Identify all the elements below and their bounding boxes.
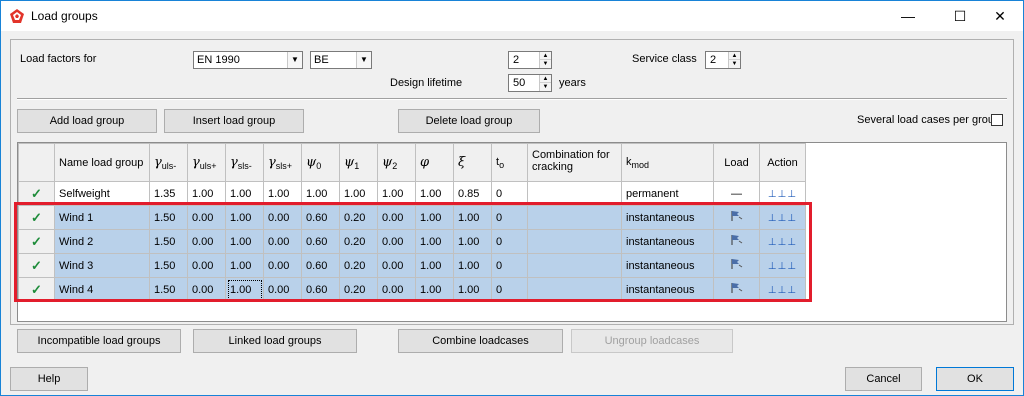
spin-up-icon[interactable]: ▲ [540, 52, 551, 60]
help-button[interactable]: Help [10, 367, 88, 391]
app-logo-icon [10, 9, 24, 23]
spin-up-icon[interactable]: ▲ [540, 75, 551, 83]
cancel-button[interactable]: Cancel [845, 367, 922, 391]
service-class-label: Service class [632, 53, 697, 65]
country-select[interactable]: BE ▼ [310, 51, 372, 69]
uls-plus-sub: uls+ [199, 160, 217, 171]
kmod-sub: mod [631, 159, 650, 170]
psi-symbol: ψ [382, 154, 393, 170]
psi1-sub: 1 [354, 160, 360, 171]
header-to[interactable]: to [491, 143, 528, 182]
header-gamma-sls-minus[interactable]: γsls- [225, 143, 264, 182]
design-lifetime-spinner[interactable]: 50 ▲ ▼ [508, 74, 552, 92]
selection-highlight-frame [14, 202, 812, 302]
add-load-group-button[interactable]: Add load group [17, 109, 157, 133]
linked-load-groups-button[interactable]: Linked load groups [193, 329, 357, 353]
gamma-symbol: γ [230, 154, 238, 170]
service-class-spinner[interactable]: 2 ▲ ▼ [705, 51, 741, 69]
header-gamma-sls-plus[interactable]: γsls+ [263, 143, 302, 182]
xi-symbol: ξ [458, 155, 466, 170]
delete-load-group-button[interactable]: Delete load group [398, 109, 540, 133]
spin-down-icon[interactable]: ▼ [729, 60, 740, 68]
psi0-sub: 0 [316, 160, 322, 171]
separator [17, 98, 1007, 100]
country-value: BE [314, 54, 329, 66]
spin-down-icon[interactable]: ▼ [540, 83, 551, 91]
checkmark-icon: ✓ [31, 185, 42, 201]
service-class-value: 2 [710, 54, 717, 66]
gamma-symbol: γ [154, 154, 162, 170]
gamma-symbol: γ [192, 154, 200, 170]
header-gamma-uls-minus[interactable]: γuls- [149, 143, 188, 182]
header-check [18, 143, 55, 182]
header-xi[interactable]: ξ [453, 143, 492, 182]
uls-minus-sub: uls- [161, 160, 177, 171]
header-psi2[interactable]: ψ2 [377, 143, 416, 182]
psi2-sub: 2 [392, 160, 398, 171]
header-kmod[interactable]: kmod [621, 143, 714, 182]
design-lifetime-label: Design lifetime [390, 77, 463, 89]
years-label: years [559, 77, 586, 89]
spin-up-icon[interactable]: ▲ [729, 52, 740, 60]
sls-plus-sub: sls+ [275, 160, 293, 171]
sls-minus-sub: sls- [237, 160, 252, 171]
header-psi0[interactable]: ψ0 [301, 143, 340, 182]
header-psi1[interactable]: ψ1 [339, 143, 378, 182]
phi-symbol: φ [420, 155, 430, 170]
chevron-down-icon[interactable]: ▼ [287, 52, 302, 68]
spin-down-icon[interactable]: ▼ [540, 60, 551, 68]
close-button[interactable]: ✕ [977, 1, 1023, 31]
factor-spinner-value: 2 [513, 54, 520, 66]
standard-value: EN 1990 [197, 54, 240, 66]
header-combination[interactable]: Combination for cracking [527, 143, 622, 182]
psi-symbol: ψ [306, 154, 317, 170]
ungroup-loadcases-button[interactable]: Ungroup loadcases [571, 329, 733, 353]
to-sub: o [499, 159, 505, 170]
ok-button[interactable]: OK [936, 367, 1014, 391]
combination-line2: cracking [532, 161, 573, 173]
header-load[interactable]: Load [713, 143, 760, 182]
header-action[interactable]: Action [759, 143, 806, 182]
header-gamma-uls-plus[interactable]: γuls+ [187, 143, 226, 182]
minimize-button[interactable]: — [885, 1, 931, 31]
standard-select[interactable]: EN 1990 ▼ [193, 51, 303, 69]
gamma-symbol: γ [268, 154, 276, 170]
combine-loadcases-button[interactable]: Combine loadcases [398, 329, 563, 353]
several-load-cases-checkbox[interactable] [991, 114, 1003, 126]
load-groups-dialog: Load groups — ☐ ✕ Load factors for EN 19… [0, 0, 1024, 396]
action-icon: ⊥⊥⊥ [767, 188, 798, 200]
design-lifetime-value: 50 [513, 77, 526, 89]
header-phi[interactable]: φ [415, 143, 454, 182]
title-bar: Load groups — ☐ ✕ [1, 1, 1023, 31]
window-title: Load groups [31, 9, 98, 23]
table-header-row: Name load group γuls- γuls+ γsls- γsls+ … [18, 143, 806, 182]
header-name[interactable]: Name load group [54, 143, 150, 182]
insert-load-group-button[interactable]: Insert load group [164, 109, 304, 133]
combination-line1: Combination for [532, 149, 610, 161]
chevron-down-icon[interactable]: ▼ [356, 52, 371, 68]
load-factors-label: Load factors for [20, 53, 97, 65]
incompatible-load-groups-button[interactable]: Incompatible load groups [17, 329, 181, 353]
psi-symbol: ψ [344, 154, 355, 170]
several-load-cases-label: Several load cases per group [857, 114, 1001, 126]
factor-spinner[interactable]: 2 ▲ ▼ [508, 51, 552, 69]
